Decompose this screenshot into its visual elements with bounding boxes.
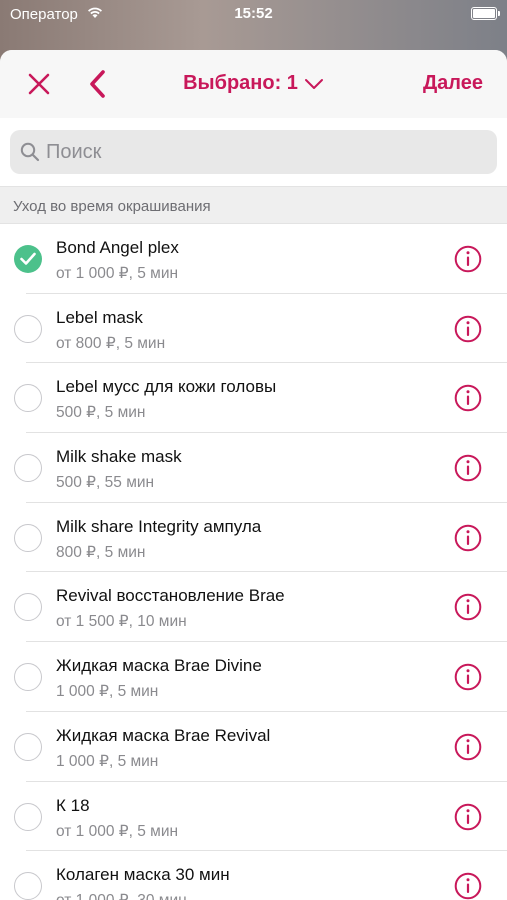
info-circle-icon[interactable] [454, 733, 482, 761]
info-circle-icon[interactable] [454, 593, 482, 621]
service-row[interactable]: Lebel мусс для кожи головы 500 ₽, 5 мин [0, 363, 507, 433]
service-row[interactable]: Жидкая маска Brae Divine 1 000 ₽, 5 мин [0, 642, 507, 712]
info-circle-icon[interactable] [454, 384, 482, 412]
service-row[interactable]: Колаген маска 30 мин от 1 000 ₽, 30 мин [0, 851, 507, 900]
info-circle-icon[interactable] [454, 663, 482, 691]
radio-circle-icon[interactable] [14, 593, 42, 622]
status-bar: Оператор 15:52 [0, 0, 507, 30]
next-button[interactable]: Далее [423, 72, 483, 95]
radio-circle-icon[interactable] [14, 732, 42, 761]
service-price-duration: от 1 000 ₽, 5 мин [56, 265, 179, 282]
service-row[interactable]: Milk share Integrity ампула 800 ₽, 5 мин [0, 503, 507, 573]
search-field[interactable] [10, 130, 497, 174]
radio-circle-icon[interactable] [14, 523, 42, 552]
radio-circle-icon[interactable] [14, 663, 42, 692]
service-name: Колаген маска 30 мин [56, 865, 230, 885]
service-row[interactable]: Revival восстановление Brae от 1 500 ₽, 1… [0, 572, 507, 642]
info-circle-icon[interactable] [454, 315, 482, 343]
service-price-duration: от 1 500 ₽, 10 мин [56, 613, 187, 631]
service-name: Жидкая маска Brae Divine [56, 656, 262, 676]
service-picker-sheet: Выбрано: 1 Далее Уход во время окрашиван… [0, 50, 507, 900]
service-row[interactable]: К 18 от 1 000 ₽, 5 мин [0, 782, 507, 852]
service-name: Lebel mask [56, 307, 143, 327]
service-price-duration: от 1 000 ₽, 5 мин [56, 822, 179, 840]
service-price-duration: 1 000 ₽, 5 мин [56, 683, 159, 701]
service-price-duration: от 800 ₽, 5 мин [56, 334, 166, 352]
service-row[interactable]: Lebel mask от 800 ₽, 5 мин [0, 294, 507, 364]
service-name: К 18 [56, 795, 90, 815]
service-price-duration: 500 ₽, 55 мин [56, 474, 155, 492]
search-input[interactable] [46, 130, 486, 174]
battery-icon [471, 7, 500, 20]
service-price-duration: от 1 000 ₽, 30 мин [56, 891, 187, 900]
info-circle-icon[interactable] [454, 803, 482, 831]
service-row[interactable]: Bond Angel plex от 1 000 ₽, 5 мин [0, 224, 507, 294]
radio-circle-icon[interactable] [14, 872, 42, 900]
search-bar [0, 118, 507, 186]
info-circle-icon[interactable] [454, 872, 482, 900]
info-circle-icon[interactable] [454, 245, 482, 273]
chevron-down-icon [304, 78, 323, 89]
search-icon [20, 142, 40, 162]
clock: 15:52 [234, 5, 273, 22]
service-name: Жидкая маска Brae Revival [56, 725, 271, 745]
service-row[interactable]: Milk shake mask 500 ₽, 55 мин [0, 433, 507, 503]
radio-circle-icon[interactable] [14, 314, 42, 343]
service-name: Milk shake mask [56, 447, 182, 467]
radio-circle-icon[interactable] [14, 802, 42, 831]
service-name: Revival восстановление Brae [56, 586, 285, 606]
service-name: Lebel мусс для кожи головы [56, 377, 277, 397]
info-circle-icon[interactable] [454, 524, 482, 552]
selected-count-title: Выбрано: 1 [183, 72, 298, 94]
service-name: Milk share Integrity ампула [56, 516, 262, 536]
radio-circle-icon[interactable] [14, 384, 42, 413]
service-name: Bond Angel plex [56, 238, 179, 257]
service-price-duration: 500 ₽, 5 мин [56, 404, 146, 422]
radio-circle-icon[interactable] [14, 454, 42, 483]
service-price-duration: 1 000 ₽, 5 мин [56, 752, 159, 770]
service-row[interactable]: Жидкая маска Brae Revival 1 000 ₽, 5 мин [0, 712, 507, 782]
navigation-bar: Выбрано: 1 Далее [0, 50, 507, 118]
section-header: Уход во время окрашивания [0, 186, 507, 224]
checkmark-icon[interactable] [14, 245, 42, 273]
service-price-duration: 800 ₽, 5 мин [56, 543, 146, 561]
info-circle-icon[interactable] [454, 454, 482, 482]
service-list: Bond Angel plex от 1 000 ₽, 5 мин Lebel ma… [0, 224, 507, 900]
